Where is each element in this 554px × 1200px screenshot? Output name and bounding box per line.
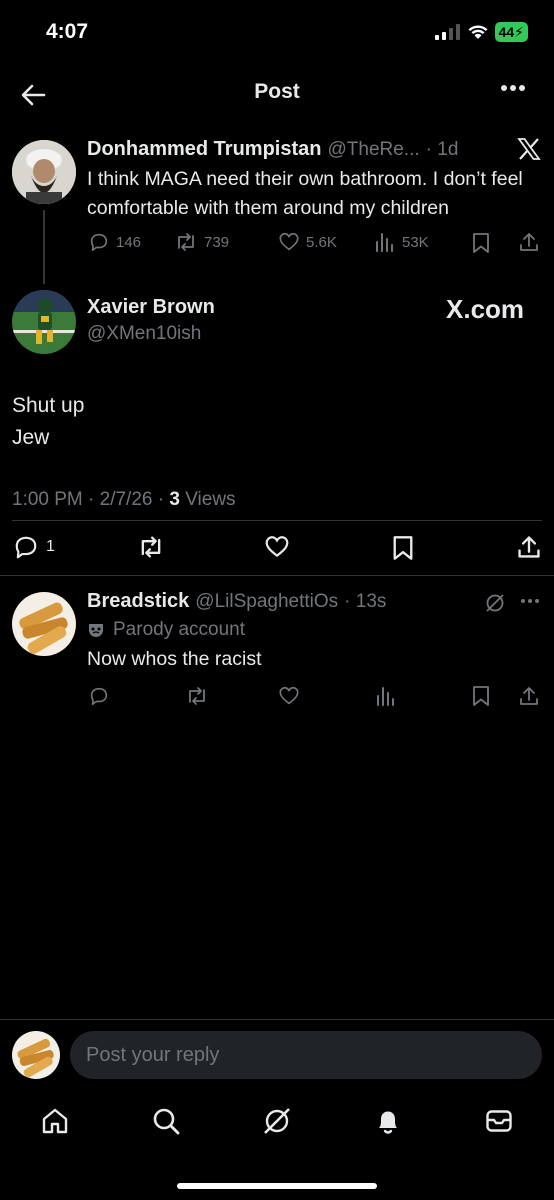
status-time: 4:07 xyxy=(46,20,89,43)
tweet-header: Donhammed Trumpistan @TheRe... · 1d xyxy=(87,138,458,161)
tweet-text-line: Jew xyxy=(12,426,50,449)
status-icons: 44⚡ xyxy=(434,22,528,42)
search-icon[interactable] xyxy=(151,1106,181,1136)
author-handle[interactable]: @TheRe... xyxy=(327,139,419,161)
battery-icon: 44⚡ xyxy=(494,22,528,42)
tweet-time: · 1d xyxy=(425,139,459,160)
thread-line xyxy=(43,210,45,284)
heart-icon[interactable] xyxy=(278,685,300,707)
tweet-text-line: Shut up xyxy=(12,394,85,417)
reply-actions xyxy=(88,685,542,707)
grok-icon[interactable] xyxy=(484,592,506,614)
repost-icon xyxy=(178,233,194,251)
reply-count: 146 xyxy=(116,233,142,251)
avatar[interactable] xyxy=(12,592,76,656)
tweet-text: I think MAGA need their own bathroom. I … xyxy=(87,168,523,219)
views-button[interactable]: 53K xyxy=(374,231,429,253)
reply-input-placeholder: Post your reply xyxy=(86,1043,220,1066)
tweet-actions: 146 739 5.6K 53K xyxy=(88,231,542,255)
views-icon[interactable] xyxy=(375,685,397,707)
mask-icon xyxy=(89,624,103,637)
messages-icon[interactable] xyxy=(484,1106,514,1136)
author-name[interactable]: Breadstick xyxy=(87,590,189,613)
avatar[interactable] xyxy=(12,140,76,204)
share-icon[interactable] xyxy=(518,685,540,707)
author-handle[interactable]: @XMen10ish xyxy=(87,323,201,345)
divider xyxy=(0,1019,554,1020)
tweet-text: Shut up Jew xyxy=(12,390,84,454)
parody-label: Parody account xyxy=(87,619,245,641)
home-icon[interactable] xyxy=(40,1106,70,1136)
heart-icon xyxy=(279,232,299,251)
tweet-meta: 1:00 PM · 2/7/26 · 3 Views xyxy=(12,489,236,511)
reply-time: · 13s xyxy=(344,591,387,612)
x-logo-icon xyxy=(517,138,541,160)
main-tweet-actions: 1 xyxy=(12,534,542,560)
avatar-image xyxy=(12,140,76,204)
tweet-timestamp: 1:00 PM · 2/7/26 · xyxy=(12,489,170,510)
author-name[interactable]: Donhammed Trumpistan xyxy=(87,138,321,161)
avatar-image xyxy=(12,290,76,354)
like-button[interactable]: 5.6K xyxy=(278,231,337,253)
share-icon[interactable] xyxy=(516,534,542,560)
reply-input[interactable]: Post your reply xyxy=(70,1031,542,1079)
views-icon xyxy=(376,233,393,252)
share-icon[interactable] xyxy=(518,231,540,253)
grok-icon[interactable] xyxy=(262,1106,292,1136)
page-title: Post xyxy=(254,80,300,103)
reply-header: Breadstick @LilSpaghettiOs · 13s xyxy=(87,590,386,613)
parody-text: Parody account xyxy=(113,619,246,640)
like-count: 5.6K xyxy=(306,233,337,251)
reply-text: Now whos the racist xyxy=(87,648,262,670)
view-count: 53K xyxy=(402,233,429,251)
repost-button[interactable]: 739 xyxy=(174,231,229,253)
watermark: X.com xyxy=(446,294,525,324)
reply-button[interactable]: 1 xyxy=(12,534,55,560)
bookmark-icon[interactable] xyxy=(472,232,490,254)
reply-button[interactable]: 146 xyxy=(88,231,141,253)
repost-count: 739 xyxy=(204,233,230,251)
signal-icon xyxy=(434,24,460,40)
wifi-icon xyxy=(468,25,488,39)
author-handle[interactable]: @LilSpaghettiOs xyxy=(195,591,338,613)
reply-icon xyxy=(90,233,108,252)
reply-icon[interactable] xyxy=(88,685,110,707)
author-name[interactable]: Xavier Brown xyxy=(87,296,215,319)
battery-level: 44 xyxy=(498,24,515,40)
more-options-icon[interactable] xyxy=(500,84,526,92)
avatar[interactable] xyxy=(12,1031,60,1079)
divider xyxy=(12,520,542,521)
reply-icon xyxy=(15,536,37,559)
avatar[interactable] xyxy=(12,290,76,354)
views-label: Views xyxy=(179,489,236,510)
views-count: 3 xyxy=(169,489,180,510)
heart-icon[interactable] xyxy=(263,534,291,560)
avatar-image xyxy=(12,1031,60,1079)
bookmark-icon[interactable] xyxy=(392,535,414,561)
repost-icon[interactable] xyxy=(185,685,209,707)
home-indicator xyxy=(177,1183,377,1189)
repost-icon[interactable] xyxy=(137,534,165,560)
bookmark-icon[interactable] xyxy=(472,685,490,707)
notifications-bell-icon[interactable] xyxy=(373,1106,403,1136)
reply-count: 1 xyxy=(46,538,55,555)
avatar-image xyxy=(12,592,76,656)
divider xyxy=(0,575,554,576)
more-options-icon[interactable] xyxy=(520,598,540,604)
